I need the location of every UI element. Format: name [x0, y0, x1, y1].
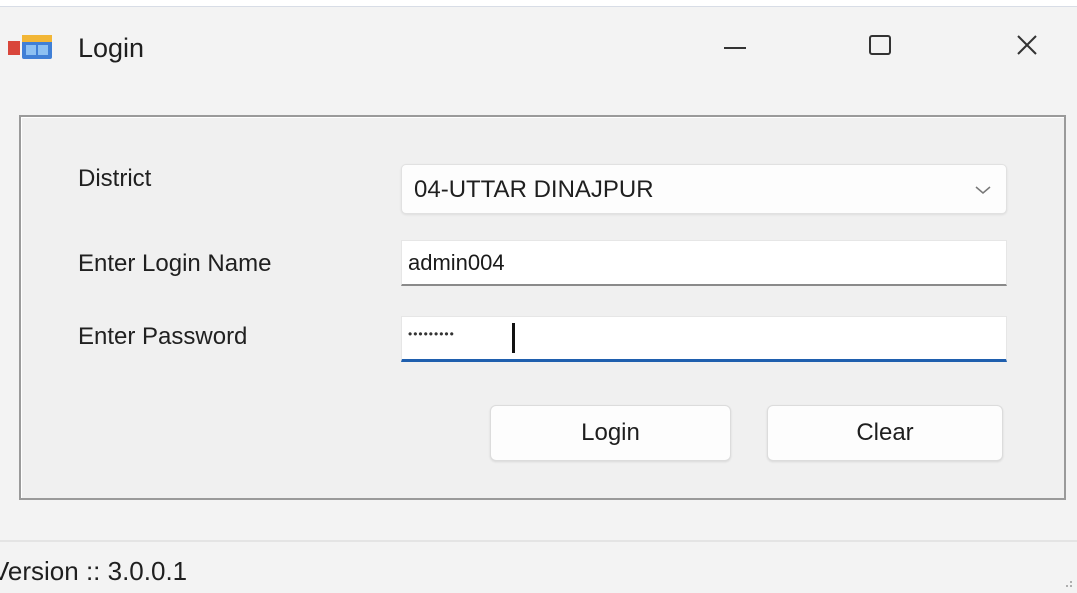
- resize-grip-icon[interactable]: [1063, 575, 1073, 587]
- text-caret: [512, 323, 515, 353]
- app-form-icon: [8, 31, 56, 67]
- version-label: Version :: 3.0.0.1: [0, 556, 188, 586]
- login-groupbox: District 04-UTTAR DINAJPUR Enter Login N…: [19, 115, 1066, 500]
- clear-button[interactable]: Clear: [767, 405, 1003, 461]
- maximize-icon: [865, 30, 895, 65]
- window-top-edge: [0, 0, 1077, 7]
- window-title: Login: [78, 33, 145, 63]
- district-selected-value: 04-UTTAR DINAJPUR: [414, 176, 654, 203]
- password-input[interactable]: •••••••••: [401, 316, 1007, 362]
- password-masked-value: •••••••••: [408, 327, 455, 341]
- login-name-value: admin004: [408, 250, 505, 275]
- status-bar: Version :: 3.0.0.1: [0, 542, 1077, 589]
- chevron-down-icon[interactable]: [974, 183, 992, 195]
- maximize-button[interactable]: [845, 17, 915, 77]
- close-button[interactable]: [992, 17, 1062, 77]
- login-name-input[interactable]: admin004: [401, 240, 1007, 286]
- login-name-label: Enter Login Name: [78, 250, 272, 277]
- login-window: Login District 04-UTTAR DINAJPUR Enter L…: [0, 0, 1077, 589]
- close-icon: [1012, 30, 1042, 65]
- district-dropdown[interactable]: 04-UTTAR DINAJPUR: [401, 164, 1007, 214]
- login-button[interactable]: Login: [490, 405, 731, 461]
- minimize-button[interactable]: [700, 17, 770, 77]
- password-label: Enter Password: [78, 323, 248, 350]
- title-bar[interactable]: Login: [0, 7, 1077, 85]
- district-label: District: [78, 165, 152, 192]
- minimize-icon: [720, 30, 750, 65]
